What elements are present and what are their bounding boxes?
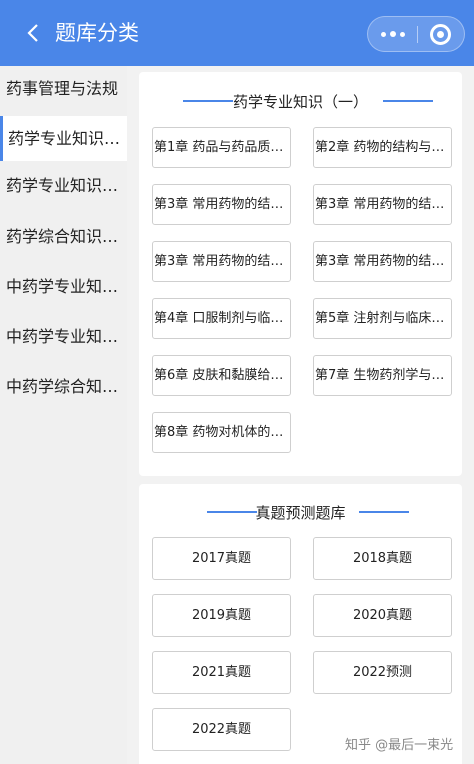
chapter-button[interactable]: 第5章 注射剂与临床应用 <box>313 298 452 339</box>
sidebar-item-pharmacy-law[interactable]: 药事管理与法规 <box>0 66 127 111</box>
chapter-button[interactable]: 第6章 皮肤和黏膜给药途径制剂 <box>152 355 291 396</box>
chapter-button[interactable]: 第3章 常用药物的结构特征与作用 <box>152 241 291 282</box>
sidebar-item-tcm-comprehensive[interactable]: 中药学综合知识与技能 <box>0 364 127 409</box>
dot-icon <box>380 31 386 37</box>
chapter-button[interactable]: 第1章 药品与药品质量标准 <box>152 127 291 168</box>
title-line-left <box>207 511 257 513</box>
dot-icon <box>389 31 396 37</box>
more-button[interactable] <box>368 17 417 51</box>
exam-button[interactable]: 2021真题 <box>152 651 291 694</box>
back-button[interactable] <box>20 20 46 46</box>
chapter-button[interactable]: 第7章 生物药剂学与药物动力学 <box>313 355 452 396</box>
chapter-card: 药学专业知识（一） 第1章 药品与药品质量标准 第2章 药物的结构与药物作用 第… <box>139 72 462 476</box>
category-sidebar: 药事管理与法规 药学专业知识（一） 药学专业知识（二） 药学综合知识与技能 中药… <box>0 66 127 764</box>
title-line-right <box>359 511 409 513</box>
watermark: 知乎 @最后一束光 <box>345 738 454 753</box>
title-line-right <box>383 100 433 102</box>
exam-button[interactable]: 2017真题 <box>152 537 291 580</box>
chapter-button[interactable]: 第3章 常用药物的结构特征与作用 <box>313 184 452 225</box>
section-title: 药学专业知识（一） <box>139 91 462 111</box>
chapter-button[interactable]: 第3章 常用药物的结构特征与作用 <box>313 241 452 282</box>
chapter-button[interactable]: 第2章 药物的结构与药物作用 <box>313 127 452 168</box>
exam-button[interactable]: 2020真题 <box>313 594 452 637</box>
title-line-left <box>183 100 233 102</box>
page-title: 题库分类 <box>55 21 139 45</box>
section-title: 真题预测题库 <box>139 502 462 522</box>
exam-button[interactable]: 2022预测 <box>313 651 452 694</box>
sidebar-item-pharmacy-comprehensive[interactable]: 药学综合知识与技能 <box>0 214 127 259</box>
close-target-icon[interactable] <box>430 24 451 45</box>
chapter-button[interactable]: 第3章 常用药物的结构特征与作用 <box>152 184 291 225</box>
sidebar-item-pharmacy-knowledge-1[interactable]: 药学专业知识（一） <box>0 116 127 161</box>
sidebar-item-pharmacy-knowledge-2[interactable]: 药学专业知识（二） <box>0 163 127 208</box>
sidebar-item-tcm-knowledge-2[interactable]: 中药学专业知识（二） <box>0 314 127 359</box>
exam-card: 真题预测题库 2017真题 2018真题 2019真题 2020真题 2021真… <box>139 484 462 764</box>
chapter-button[interactable]: 第4章 口服制剂与临床应用 <box>152 298 291 339</box>
capsule-divider <box>417 26 418 43</box>
exam-button[interactable]: 2019真题 <box>152 594 291 637</box>
mini-program-capsule <box>367 16 465 52</box>
main-content: 药学专业知识（一） 第1章 药品与药品质量标准 第2章 药物的结构与药物作用 第… <box>127 66 474 764</box>
dot-icon <box>399 31 405 37</box>
navigation-bar: 题库分类 <box>0 0 474 66</box>
exam-button[interactable]: 2022真题 <box>152 708 291 751</box>
section-title-text: 真题预测题库 <box>255 504 346 522</box>
section-title-text: 药学专业知识（一） <box>232 93 368 111</box>
sidebar-item-tcm-knowledge-1[interactable]: 中药学专业知识（一） <box>0 264 127 309</box>
chevron-left-icon <box>27 24 38 42</box>
chapter-button[interactable]: 第8章 药物对机体的作用 <box>152 412 291 453</box>
exam-button[interactable]: 2018真题 <box>313 537 452 580</box>
